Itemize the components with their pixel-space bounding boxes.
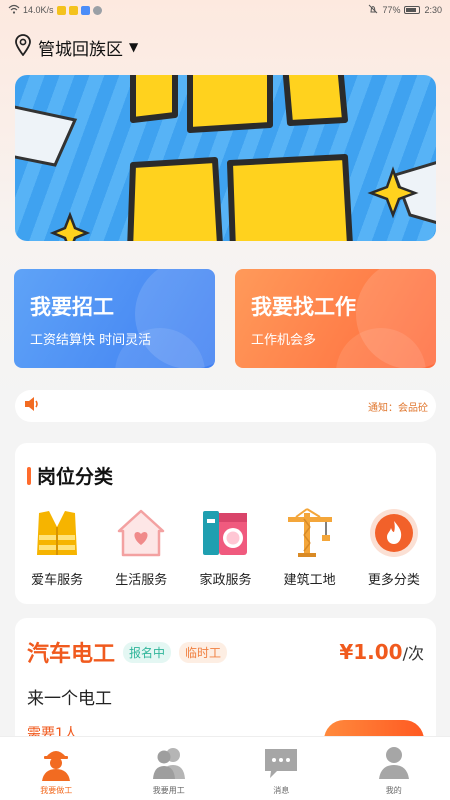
find-job-card-subtitle: 工作机会多	[251, 333, 317, 348]
tower-crane-icon	[287, 508, 332, 557]
clock: 2:30	[424, 5, 442, 15]
bottom-nav: 我要做工 我要用工 消息 我的	[0, 736, 450, 800]
category-label: 生活服务	[115, 573, 168, 588]
worker-icon	[42, 751, 71, 781]
category-car-service[interactable]: 爱车服务	[15, 505, 99, 588]
status-badge: 报名中	[123, 641, 172, 663]
notice-bar[interactable]: 通知：会品砼	[15, 390, 436, 422]
categories-title: 岗位分类	[37, 466, 114, 488]
category-label: 爱车服务	[31, 573, 84, 588]
job-price-value: ¥1.00	[339, 640, 403, 664]
nav-label: 消息	[273, 786, 290, 795]
speaker-icon	[23, 396, 41, 416]
network-speed: 14.0K/s	[23, 5, 54, 15]
banner-artwork	[15, 75, 436, 241]
users-icon	[152, 748, 185, 779]
job-type-badge: 临时工	[179, 641, 228, 663]
hire-workers-card[interactable]: 我要招工 工资结算快 时间灵活	[14, 269, 215, 368]
promo-banner[interactable]	[15, 75, 436, 241]
nav-label: 我要做工	[40, 786, 73, 795]
nav-label: 我要用工	[152, 786, 185, 795]
job-categories-panel: 岗位分类 爱车服务 生活服务 家政服务 建筑工地 更多分类	[15, 443, 436, 604]
category-label: 建筑工地	[283, 573, 336, 588]
fire-icon	[369, 509, 418, 557]
category-more[interactable]: 更多分类	[352, 505, 436, 588]
hire-card-subtitle: 工资结算快 时间灵活	[30, 333, 152, 348]
app-notification-icon	[68, 5, 78, 15]
find-job-card[interactable]: 我要找工作 工作机会多	[235, 269, 436, 368]
wechat-icon	[92, 5, 102, 15]
caret-down-icon: ▼	[129, 40, 139, 54]
hire-card-title: 我要招工	[30, 295, 114, 319]
message-icon	[265, 749, 298, 778]
status-bar: 14.0K/s 77% 2:30	[0, 0, 450, 20]
job-description: 来一个电工	[27, 689, 112, 709]
category-life-service[interactable]: 生活服务	[99, 505, 183, 588]
nav-item-find-work[interactable]: 我要做工	[0, 737, 113, 800]
nav-label: 我的	[385, 786, 402, 795]
wifi-icon	[8, 4, 20, 16]
category-label: 家政服务	[199, 573, 252, 588]
category-construction[interactable]: 建筑工地	[268, 505, 352, 588]
notice-text: 通知：会品砼	[368, 402, 428, 414]
app-notification-icon	[80, 5, 90, 15]
battery-icon	[404, 6, 421, 14]
nav-item-profile[interactable]: 我的	[338, 737, 450, 800]
job-price: ¥1.00/次	[339, 640, 424, 664]
job-price-unit: /次	[402, 644, 424, 663]
profile-icon	[378, 747, 409, 779]
job-title: 汽车电工	[27, 642, 116, 667]
app-notification-icon	[56, 5, 66, 15]
nav-item-messages[interactable]: 消息	[225, 737, 338, 800]
washing-machine-icon	[203, 511, 248, 555]
location-pin-icon	[14, 34, 32, 60]
battery-level: 77%	[382, 5, 401, 15]
section-title: 岗位分类	[27, 462, 113, 489]
category-housekeeping[interactable]: 家政服务	[183, 505, 267, 588]
location-selector[interactable]: 管城回族区 ▼	[14, 34, 138, 60]
category-label: 更多分类	[367, 573, 420, 588]
find-job-card-title: 我要找工作	[251, 295, 356, 319]
vest-icon	[37, 511, 78, 555]
title-accent-bar	[27, 466, 31, 485]
location-name: 管城回族区	[38, 39, 123, 60]
house-heart-icon	[118, 509, 165, 557]
nav-item-hire[interactable]: 我要用工	[113, 737, 226, 800]
mute-icon	[368, 4, 378, 16]
